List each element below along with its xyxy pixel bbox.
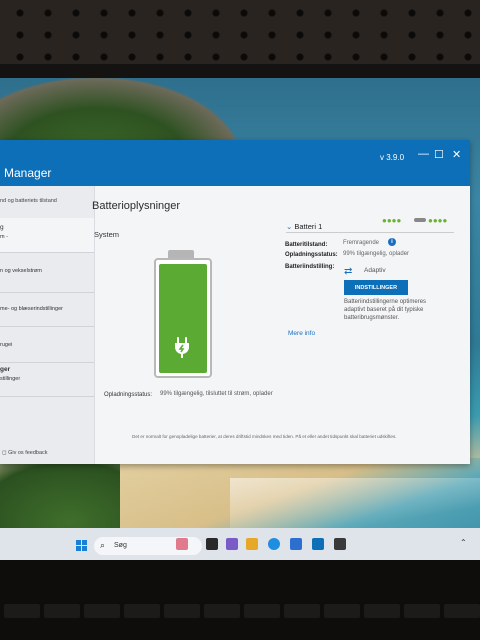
sidebar-item-label: g [0,224,4,231]
sidebar-item-label: n og vekselstrøm [0,268,42,274]
battery-setting-label: Batteriindstilling: [285,264,335,270]
keyboard-key [4,604,40,618]
settings-description: Batteriindstillingerne optimeres adaptiv… [344,299,427,321]
battery-health-dots-left: ●●●● [382,216,402,225]
maximize-button[interactable]: ☐ [434,148,444,161]
sidebar-item-power[interactable]: n og vekselstrøm [0,252,94,293]
battery-footer-note: Det er normalt for genopladelige batteri… [132,434,397,439]
keyboard-key [364,604,400,618]
system-label: System [94,230,120,239]
taskbar [0,528,480,560]
charging-status-value: 99% tilgængelig, oplader [343,251,410,257]
adaptive-sync-icon: ⇄ [344,266,353,277]
battery-graphic-cap [168,250,194,258]
title-bar: Manager v 3.9.0 — ☐ ✕ [0,140,470,186]
keyboard-key [44,604,80,618]
search-icon: ⌕ [100,540,106,550]
sidebar-item-label: me- og blæserindstillinger [0,306,63,312]
sidebar: nd og batteriets tilstand g m - n og vek… [0,186,95,464]
battery-manager-taskbar-icon[interactable] [312,538,324,550]
edge-icon[interactable] [268,538,280,550]
feedback-link[interactable]: ◻ Giv os feedback [2,450,48,456]
sidebar-item-settings[interactable]: ger stillinger [0,362,94,397]
feedback-label: Giv os feedback [8,450,48,456]
task-view-icon[interactable] [206,538,218,550]
sidebar-item-sublabel: stillinger [0,376,21,382]
sidebar-item-thermal[interactable]: me- og blæserindstillinger [0,292,94,327]
app-title: Manager [4,166,52,180]
keyboard-key [84,604,120,618]
keyboard-key [124,604,160,618]
battery-health-separator [414,218,426,222]
settings-button[interactable]: INDSTILLINGER [344,280,408,295]
charge-status-label: Opladningsstatus: [104,392,153,398]
charge-status-value: 99% tilgængelig, tilsluttet til strøm, o… [160,391,273,397]
app-taskbar-icon[interactable] [334,538,346,550]
windows-start-icon[interactable] [76,540,88,552]
minimize-button[interactable]: — [418,148,429,160]
keyboard-key [244,604,280,618]
close-button[interactable]: ✕ [452,148,461,161]
battery-1-name: Batteri 1 [294,222,323,231]
info-icon[interactable]: i [388,238,396,246]
keyboard-key [404,604,440,618]
keyboard-key [164,604,200,618]
battery-health-label: Batteritilstand: [285,242,328,248]
app-version: v 3.9.0 [380,153,405,162]
battery-graphic [154,258,212,378]
charging-status-label: Opladningsstatus: [285,252,338,258]
background-pegboard [0,0,480,70]
sidebar-header-label: nd og batteriets tilstand [0,198,57,204]
more-info-link[interactable]: Mere info [288,330,315,337]
keyboard-key [324,604,360,618]
copilot-icon[interactable] [226,538,238,550]
chevron-up-icon[interactable]: ⌃ [460,538,467,547]
battery-setting-value: Adaptiv [364,267,386,274]
sidebar-item-usage[interactable]: rugei [0,326,94,363]
sidebar-item-label: rugei [0,342,13,348]
keyboard-key [284,604,320,618]
keyboard-key [204,604,240,618]
search-label: Søg [114,542,127,549]
battery-manager-window: Manager v 3.9.0 — ☐ ✕ nd og batteriets t… [0,140,470,464]
store-icon[interactable] [290,538,302,550]
sidebar-item-sublabel: m - [0,234,8,240]
page-title: Batterioplysninger [92,200,181,212]
keyboard-key [444,604,480,618]
sidebar-header: nd og batteriets tilstand [0,192,94,218]
file-explorer-icon[interactable] [246,538,258,550]
widgets-icon[interactable] [176,538,188,550]
laptop-keyboard [0,560,480,640]
battery-health-dots-right: ●●●● [428,216,448,225]
battery-header-divider [286,232,454,233]
plug-icon [175,337,189,358]
battery-1-header[interactable]: ⌄ Batteri 1 [286,222,322,231]
sidebar-item-label: ger [0,366,11,373]
sidebar-item-overview[interactable]: g m - [0,218,94,253]
battery-health-value: Fremragende [343,240,380,246]
